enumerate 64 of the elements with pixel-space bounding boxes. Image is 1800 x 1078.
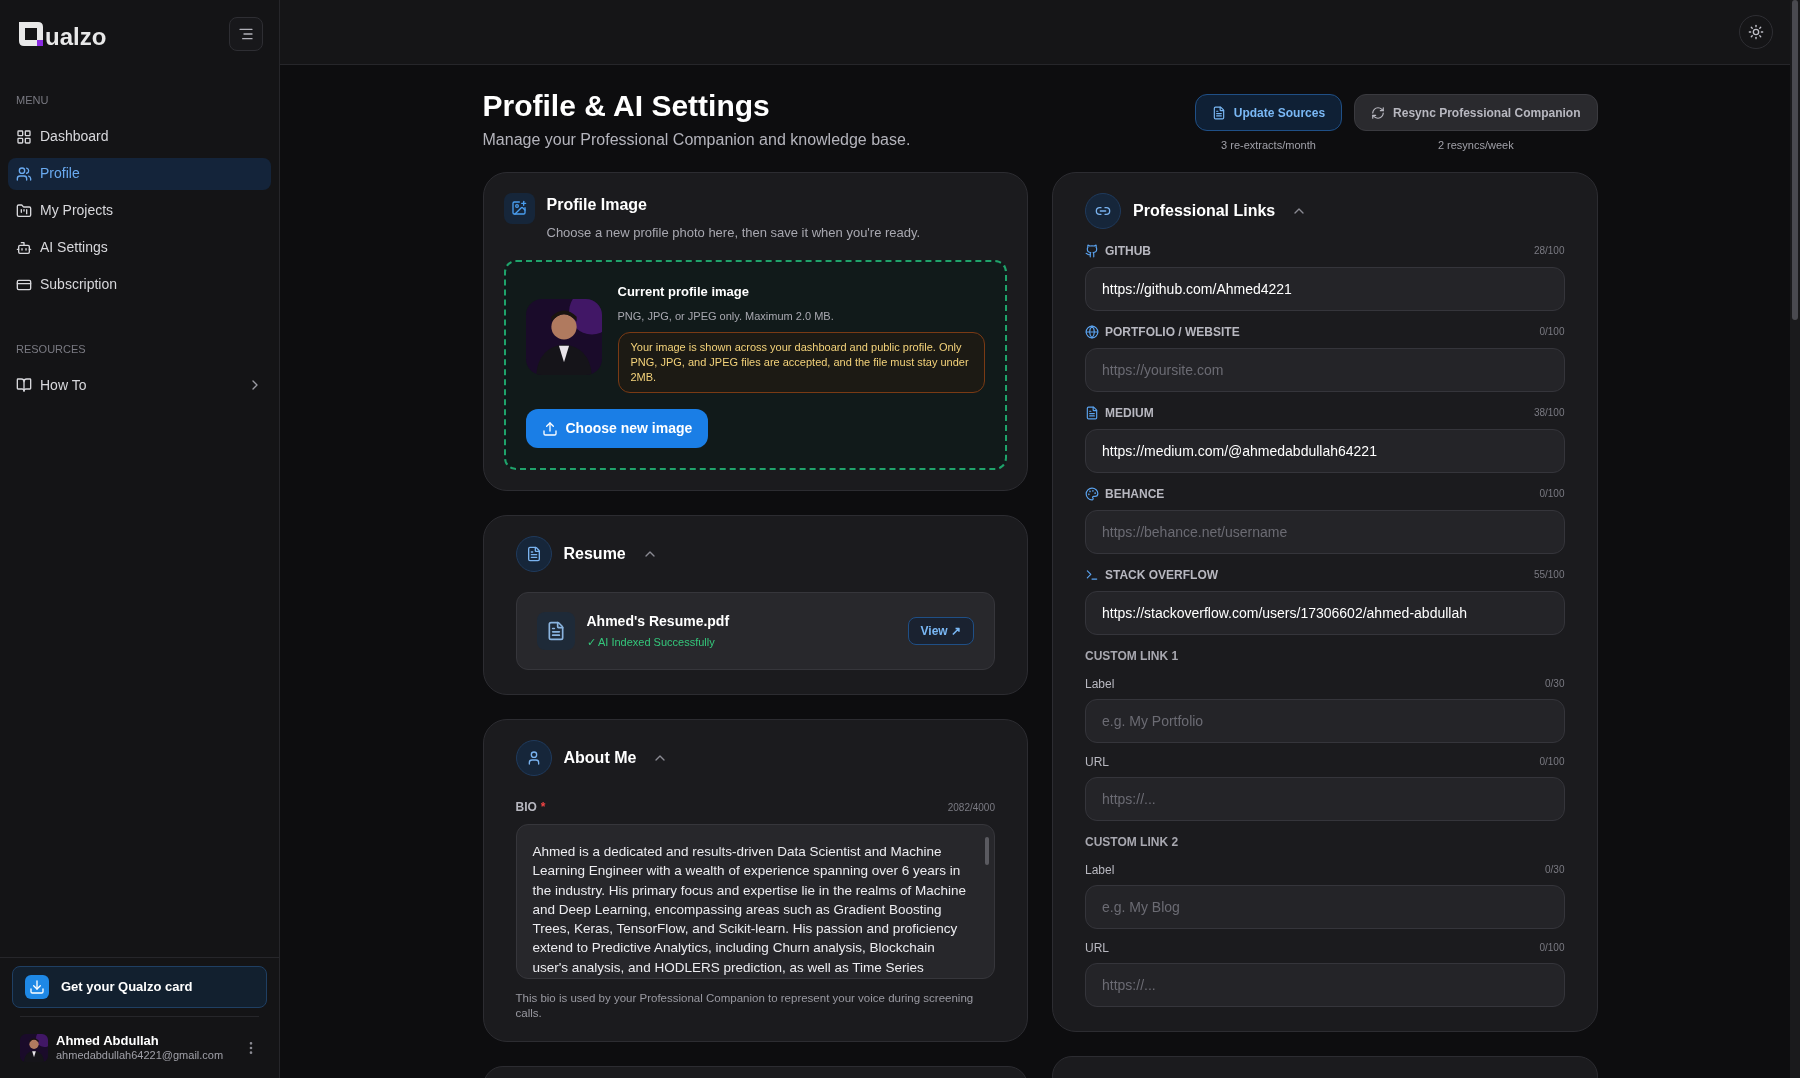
bio-label: BIO	[515, 799, 537, 816]
char-count: 0/100	[1539, 755, 1565, 769]
section-title: About Me	[563, 748, 637, 768]
field-label: Label	[1085, 675, 1115, 693]
char-count: 55/100	[1533, 568, 1565, 582]
char-count: 0/100	[1539, 487, 1565, 501]
resync-button[interactable]: Resync Professional Companion	[1354, 94, 1598, 131]
menu-heading: MENU	[15, 93, 50, 108]
custom-link-heading: CUSTOM LINK 2	[1085, 833, 1180, 851]
view-button[interactable]: View ↗	[907, 617, 974, 645]
sidebar-item[interactable]: Dashboard	[8, 120, 271, 153]
action-note: 2 resyncs/week	[1437, 138, 1514, 153]
char-count: 0/100	[1539, 941, 1565, 955]
char-count: 0/100	[1539, 325, 1565, 339]
sidebar-item[interactable]: Profile	[8, 157, 271, 190]
user-name: Ahmed Abdullah	[56, 1032, 160, 1049]
resources-heading: RESOURCES	[15, 341, 87, 357]
char-count: 0/30	[1545, 677, 1565, 691]
field-label: GITHUB	[1105, 242, 1151, 260]
text-field[interactable]: e.g. My Blog	[1085, 884, 1565, 929]
get-card-button[interactable]: Get your Qualzo card	[12, 966, 267, 1008]
char-count: 2082/4000	[947, 800, 995, 815]
char-count: 28/100	[1533, 244, 1565, 258]
text-field[interactable]: https://medium.com/@ahmedabdullah64221	[1085, 428, 1565, 473]
required-mark: *	[540, 799, 546, 816]
bio-hint: This bio is used by your Professional Companion to represent your voice during screening calls.	[515, 991, 975, 1021]
char-count: 0/30	[1545, 863, 1565, 877]
file-name: Ahmed's Resume.pdf	[586, 612, 731, 632]
field-label: BEHANCE	[1105, 485, 1165, 503]
card-title: Profile Image	[546, 194, 648, 215]
section-title: Professional Links	[1133, 200, 1276, 221]
index-status: ✓ AI Indexed Successfully	[586, 635, 716, 651]
text-field[interactable]: https://...	[1085, 962, 1565, 1007]
text-field[interactable]: https://...	[1085, 776, 1565, 821]
text-field[interactable]: https://stackoverflow.com/users/17306602/ahmed-abdullah	[1085, 590, 1565, 635]
text-field[interactable]: https://behance.net/username	[1085, 509, 1565, 554]
action-note: 3 re-extracts/month	[1221, 138, 1316, 153]
user-email: ahmedabdullah64221@gmail.com	[56, 1048, 225, 1063]
sidebar-item[interactable]: AI Settings	[8, 231, 271, 264]
sidebar-item[interactable]: Subscription	[8, 268, 271, 301]
card-subtitle: Choose a new profile photo here, then save it when you're ready.	[546, 223, 921, 242]
field-label: STACK OVERFLOW	[1105, 566, 1219, 584]
text-field[interactable]: e.g. My Portfolio	[1085, 698, 1565, 743]
logo-text: ualzo	[45, 25, 107, 49]
update-sources-button[interactable]: Update Sources	[1194, 94, 1343, 131]
section-title: Resume	[563, 544, 626, 564]
field-label: Label	[1085, 861, 1115, 879]
custom-link-heading: CUSTOM LINK 1	[1085, 647, 1180, 665]
field-label: PORTFOLIO / WEBSITE	[1105, 323, 1240, 341]
field-label: MEDIUM	[1105, 404, 1154, 422]
text-field[interactable]: https://github.com/Ahmed4221	[1085, 266, 1565, 311]
sidebar-item[interactable]: How To	[8, 369, 271, 401]
sidebar-item[interactable]: My Projects	[8, 194, 271, 227]
text-field[interactable]: https://yoursite.com	[1085, 347, 1565, 392]
image-notice: Your image is shown across your dashboard and public profile. Only PNG, JPG, and JPEG files are accepted, and the file must stay under 2MB.	[617, 332, 985, 393]
current-image-title: Current profile image	[617, 283, 750, 301]
page-title: Profile & AI Settings	[482, 88, 771, 124]
format-note: PNG, JPG, or JPEG only. Maximum 2.0 MB.	[617, 308, 835, 324]
field-label: URL	[1085, 753, 1109, 771]
bio-textarea[interactable]: Ahmed is a dedicated and results-driven Data Scientist and Machine Learning Engineer with a wealth of experience spanning over 6 years in the industry. His primary focus and expertise lie in the realms of Machine and Deep Learning, encompassing areas such as Gradient Boosting Trees, Keras, TensorFlow, and Scikit-learn. His passion and proficiency extend to Predictive Analytics, including Churn analysis, Blockchain user's analysis, and HODLERS prediction, as well as Time Series	[515, 824, 995, 979]
char-count: 38/100	[1533, 406, 1565, 420]
field-label: URL	[1085, 939, 1109, 957]
page-subtitle: Manage your Professional Companion and knowledge base.	[482, 130, 911, 150]
choose-image-button[interactable]: Choose new image	[525, 409, 709, 448]
